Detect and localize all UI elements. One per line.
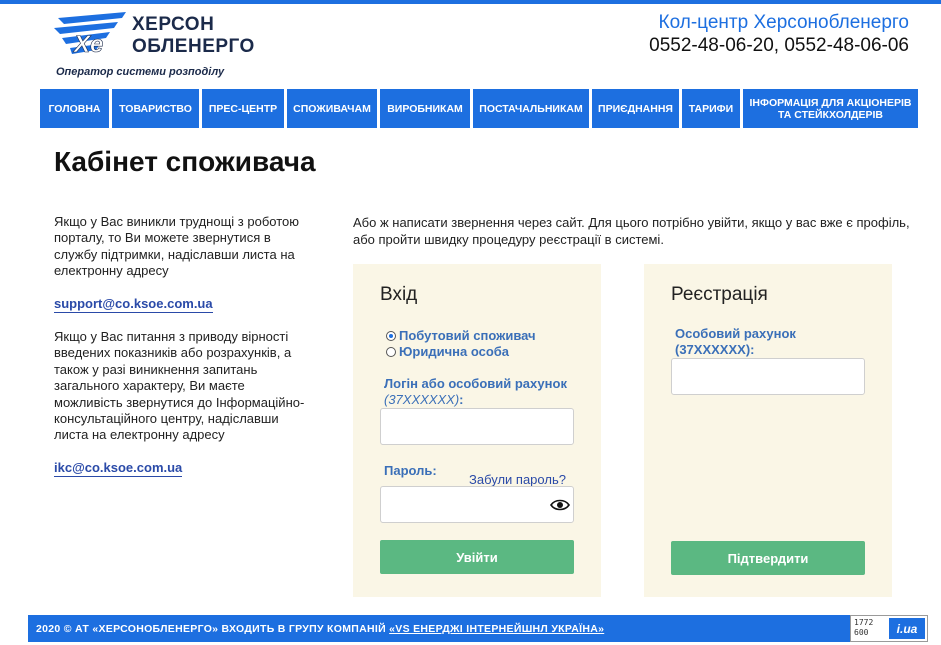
visit-counter[interactable]: 1772 600 i.ua (850, 615, 928, 642)
top-accent-line (0, 0, 941, 4)
logo-mark-icon: Хе (54, 12, 126, 58)
nav-item-press[interactable]: ПРЕС-ЦЕНТР (202, 89, 284, 128)
account-label: Особовий рахунок (37XXXXXX): (675, 326, 796, 357)
show-password-eye-icon[interactable] (550, 498, 570, 512)
ikc-text: Якщо у Вас питання з приводу вірності вв… (54, 329, 305, 443)
callcenter-title: Кол-центр Херсонобленерго (658, 12, 909, 33)
ikc-email-link[interactable]: ikc@co.ksoe.com.ua (54, 460, 183, 478)
intro-text: Або ж написати звернення через сайт. Для… (353, 215, 910, 247)
radio-household-dot[interactable] (386, 330, 396, 341)
logo-tagline: Оператор системи розподілу (56, 66, 225, 78)
nav-item-consumers[interactable]: СПОЖИВАЧАМ (287, 89, 377, 128)
callcenter-phones[interactable]: 0552-48-06-20, 0552-48-06-06 (649, 34, 909, 58)
account-input[interactable] (671, 358, 865, 395)
confirm-button[interactable]: Підтвердити (671, 541, 865, 575)
radio-legal-label: Юридична особа (399, 344, 510, 359)
login-title: Вхід (380, 284, 418, 305)
footer-copyright-text: 2020 © АТ «ХЕРСОНОБЛЕНЕРГО» ВХОДИТЬ В ГР… (36, 623, 390, 635)
radio-household[interactable]: Побутовий споживач (386, 328, 536, 343)
login-panel: Вхід Побутовий споживач Юридична особа Л… (353, 264, 601, 597)
radio-legal[interactable]: Юридична особа (386, 344, 509, 359)
logo-title-line2: ОБЛЕНЕРГО (132, 36, 255, 57)
register-title: Реєстрація (671, 284, 768, 305)
callcenter-block: Кол-центр Херсонобленерго 0552-48-06-20,… (649, 12, 909, 58)
main-nav: ГОЛОВНА ТОВАРИСТВО ПРЕС-ЦЕНТР СПОЖИВАЧАМ… (40, 89, 918, 128)
forgot-password-link[interactable]: Забули пароль? (469, 472, 566, 487)
login-label-text: Логін або особовий рахунок (384, 376, 567, 391)
nav-item-home[interactable]: ГОЛОВНА (40, 89, 109, 128)
nav-item-shareholders[interactable]: ІНФОРМАЦІЯ ДЛЯ АКЦІОНЕРІВ ТА СТЕЙКХОЛДЕР… (743, 89, 918, 128)
radio-household-label: Побутовий споживач (399, 328, 536, 343)
nav-item-suppliers[interactable]: ПОСТАЧАЛЬНИКАМ (473, 89, 589, 128)
nav-item-producers[interactable]: ВИРОБНИКАМ (380, 89, 470, 128)
footer-group-link[interactable]: «VS ЕНЕРДЖІ ІНТЕРНЕЙШНЛ УКРАЇНА» (389, 623, 604, 635)
password-input[interactable] (380, 486, 574, 523)
nav-item-company[interactable]: ТОВАРИСТВО (112, 89, 199, 128)
login-label-hint: (37XXXXXX) (384, 392, 460, 407)
support-text: Якщо у Вас виникли труднощі з роботою по… (54, 214, 300, 279)
counter-logo: i.ua (889, 618, 925, 639)
logo-title-line1: ХЕРСОН (132, 14, 215, 35)
counter-bottom-value: 600 (854, 628, 869, 637)
page-title: Кабінет споживача (54, 146, 316, 177)
counter-numbers: 1772 600 (854, 618, 873, 638)
nav-item-tariffs[interactable]: ТАРИФИ (682, 89, 740, 128)
radio-legal-dot[interactable] (386, 346, 396, 357)
footer-copyright: 2020 © АТ «ХЕРСОНОБЛЕНЕРГО» ВХОДИТЬ В ГР… (36, 623, 604, 635)
login-button[interactable]: Увійти (380, 540, 574, 574)
register-panel: Реєстрація Особовий рахунок (37XXXXXX): … (644, 264, 892, 597)
counter-top-value: 1772 (854, 618, 874, 627)
support-info: Якщо у Вас виникли труднощі з роботою по… (54, 214, 314, 493)
footer-bar: 2020 © АТ «ХЕРСОНОБЛЕНЕРГО» ВХОДИТЬ В ГР… (28, 615, 928, 642)
nav-item-connection[interactable]: ПРИЄДНАННЯ (592, 89, 679, 128)
login-label-colon: : (459, 392, 464, 407)
login-input[interactable] (380, 408, 574, 445)
login-field-label: Логін або особовий рахунок (37XXXXXX): (384, 376, 574, 408)
site-logo[interactable]: Хе ХЕРСОН ОБЛЕНЕРГО Оператор системи роз… (52, 10, 255, 82)
password-label: Пароль: (384, 463, 437, 478)
support-email-link[interactable]: support@co.ksoe.com.ua (54, 296, 213, 314)
svg-text:Хе: Хе (72, 31, 103, 58)
